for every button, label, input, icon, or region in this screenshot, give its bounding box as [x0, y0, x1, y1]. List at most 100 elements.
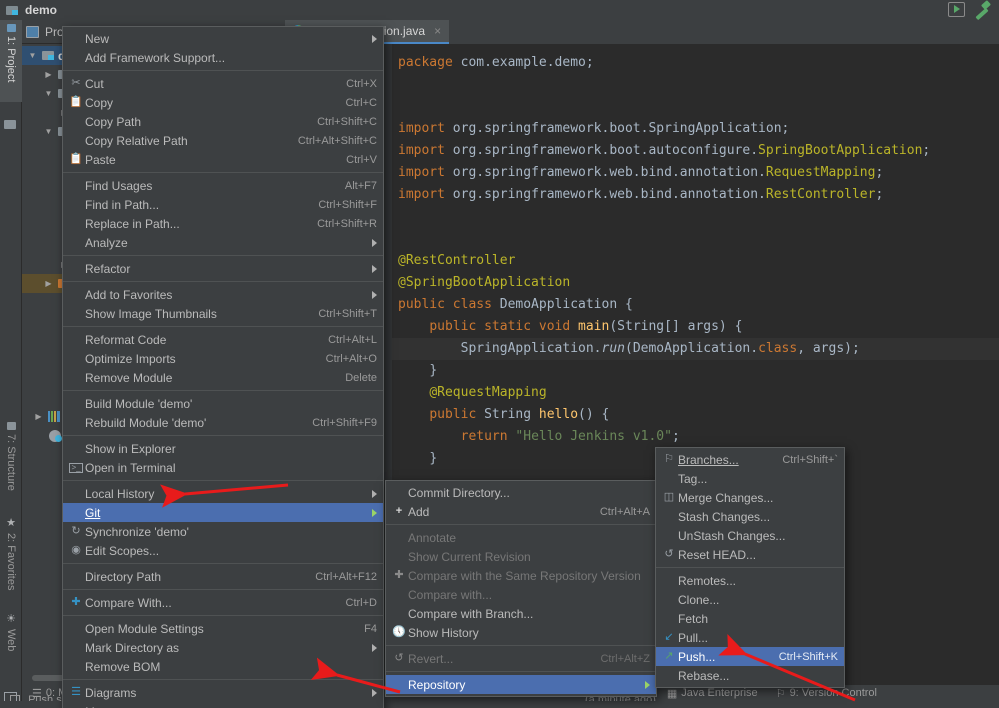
- menu-item-add[interactable]: + Add Ctrl+Alt+A: [386, 502, 656, 521]
- menu-item-pull[interactable]: ↙ Pull...: [656, 628, 844, 647]
- menu-item-reset-head[interactable]: ↺ Reset HEAD...: [656, 545, 844, 564]
- menu-item-remotes[interactable]: Remotes...: [656, 571, 844, 590]
- code-line: [378, 96, 999, 118]
- menu-item-remove-bom[interactable]: Remove BOM: [63, 657, 383, 676]
- menu-item-paste[interactable]: 📋 Paste Ctrl+V: [63, 150, 383, 169]
- menu-item-local-history[interactable]: Local History: [63, 484, 383, 503]
- bottom-item-version-control[interactable]: ⚐ 9: Version Control: [776, 687, 877, 700]
- menu-item-compare-with-branch[interactable]: Compare with Branch...: [386, 604, 656, 623]
- menu-item-label: Find in Path...: [85, 198, 296, 212]
- menu-item-directory-path[interactable]: Directory Path Ctrl+Alt+F12: [63, 567, 383, 586]
- build-hammer-icon[interactable]: [973, 1, 991, 17]
- menu-item-find-usages[interactable]: Find Usages Alt+F7: [63, 176, 383, 195]
- clock-icon: 🕔: [390, 627, 408, 638]
- menu-item-copy-path[interactable]: Copy Path Ctrl+Shift+C: [63, 112, 383, 131]
- git-submenu[interactable]: Commit Directory... + Add Ctrl+Alt+A Ann…: [385, 480, 657, 697]
- twisty-closed-icon[interactable]: ▶: [42, 279, 55, 288]
- menu-item-show-current-revision: Show Current Revision: [386, 547, 656, 566]
- menu-item-show-in-explorer[interactable]: Show in Explorer: [63, 439, 383, 458]
- menu-item-label: Find Usages: [85, 179, 323, 193]
- menu-separator: [63, 390, 383, 391]
- menu-item-label: Synchronize 'demo': [85, 525, 377, 539]
- twisty-open-icon[interactable]: ▼: [42, 89, 55, 98]
- code-line: public class DemoApplication {: [378, 294, 999, 316]
- sidebar-item-favorites[interactable]: ★ 2: Favorites: [0, 512, 22, 596]
- menu-item-rebase[interactable]: Rebase...: [656, 666, 844, 685]
- window-title: demo: [25, 3, 57, 17]
- menu-item-stash-changes[interactable]: Stash Changes...: [656, 507, 844, 526]
- window-titlebar: demo: [0, 0, 999, 20]
- menu-item-copy[interactable]: 📋 Copy Ctrl+C: [63, 93, 383, 112]
- menu-item-cut[interactable]: ✂ Cut Ctrl+X: [63, 74, 383, 93]
- menu-item-fetch[interactable]: Fetch: [656, 609, 844, 628]
- menu-item-accelerator: Ctrl+Alt+L: [306, 334, 377, 346]
- menu-item-label: UnStash Changes...: [678, 529, 838, 543]
- menu-item-accelerator: Ctrl+Shift+K: [757, 651, 838, 663]
- menu-item-analyze[interactable]: Analyze: [63, 233, 383, 252]
- menu-item-accelerator: F4: [342, 623, 377, 635]
- menu-item-push[interactable]: ↗ Push... Ctrl+Shift+K: [656, 647, 844, 666]
- menu-item-tag[interactable]: Tag...: [656, 469, 844, 488]
- menu-item-commit-directory[interactable]: Commit Directory...: [386, 483, 656, 502]
- menu-item-maven[interactable]: m Maven: [63, 702, 383, 708]
- menu-item-show-history[interactable]: 🕔 Show History: [386, 623, 656, 642]
- menu-item-merge-changes[interactable]: ◫ Merge Changes...: [656, 488, 844, 507]
- code-line: }: [378, 360, 999, 382]
- menu-item-add-to-favorites[interactable]: Add to Favorites: [63, 285, 383, 304]
- menu-separator: [63, 326, 383, 327]
- menu-item-synchronize[interactable]: ↻ Synchronize 'demo': [63, 522, 383, 541]
- close-icon[interactable]: ×: [434, 24, 441, 38]
- sidebar-item-structure[interactable]: 7: Structure: [0, 418, 22, 502]
- menu-item-reformat-code[interactable]: Reformat Code Ctrl+Alt+L: [63, 330, 383, 349]
- menu-item-open-module-settings[interactable]: Open Module Settings F4: [63, 619, 383, 638]
- menu-item-label: Copy Path: [85, 115, 295, 129]
- scope-icon: ◉: [67, 545, 85, 556]
- menu-item-accelerator: Ctrl+Alt+A: [578, 506, 650, 518]
- menu-item-mark-directory-as[interactable]: Mark Directory as: [63, 638, 383, 657]
- menu-item-copy-relative-path[interactable]: Copy Relative Path Ctrl+Alt+Shift+C: [63, 131, 383, 150]
- menu-item-repository[interactable]: Repository: [386, 675, 656, 694]
- twisty-open-icon[interactable]: ▼: [26, 51, 39, 60]
- twisty-closed-icon[interactable]: ▶: [42, 70, 55, 79]
- menu-item-build-module[interactable]: Build Module 'demo': [63, 394, 383, 413]
- project-context-menu[interactable]: New Add Framework Support... ✂ Cut Ctrl+…: [62, 26, 384, 708]
- run-icon[interactable]: [948, 2, 965, 17]
- menu-item-git[interactable]: Git: [63, 503, 383, 522]
- twisty-open-icon[interactable]: ▼: [42, 127, 55, 136]
- menu-item-edit-scopes[interactable]: ◉ Edit Scopes...: [63, 541, 383, 560]
- menu-item-replace-in-path[interactable]: Replace in Path... Ctrl+Shift+R: [63, 214, 383, 233]
- menu-item-label: Cut: [85, 77, 324, 91]
- diagram-icon: ☰: [67, 687, 85, 698]
- menu-item-refactor[interactable]: Refactor: [63, 259, 383, 278]
- menu-item-label: Add to Favorites: [85, 288, 367, 302]
- twisty-closed-icon[interactable]: ▶: [32, 412, 45, 421]
- menu-item-label: Open Module Settings: [85, 622, 342, 636]
- menu-item-optimize-imports[interactable]: Optimize Imports Ctrl+Alt+O: [63, 349, 383, 368]
- code-line: import org.springframework.web.bind.anno…: [378, 184, 999, 206]
- code-line: @RestController: [378, 250, 999, 272]
- menu-item-open-in-terminal[interactable]: >_ Open in Terminal: [63, 458, 383, 477]
- menu-item-label: Pull...: [678, 631, 838, 645]
- rail-label-structure: 7: Structure: [5, 434, 17, 491]
- menu-item-diagrams[interactable]: ☰ Diagrams: [63, 683, 383, 702]
- menu-item-unstash-changes[interactable]: UnStash Changes...: [656, 526, 844, 545]
- sidebar-item-web[interactable]: ☀ Web: [0, 608, 22, 658]
- menu-item-add-framework-support[interactable]: Add Framework Support...: [63, 48, 383, 67]
- bottom-item-java-enterprise[interactable]: ▦ Java Enterprise: [667, 687, 758, 700]
- menu-item-label: Copy: [85, 96, 324, 110]
- menu-item-label: Optimize Imports: [85, 352, 304, 366]
- menu-item-remove-module[interactable]: Remove Module Delete: [63, 368, 383, 387]
- compare-icon: ✚: [67, 597, 85, 608]
- sidebar-item-project[interactable]: 1: Project: [0, 20, 22, 102]
- menu-item-clone[interactable]: Clone...: [656, 590, 844, 609]
- menu-item-new[interactable]: New: [63, 29, 383, 48]
- code-line: package com.example.demo;: [378, 52, 999, 74]
- repository-submenu[interactable]: ⚐ Branches... Ctrl+Shift+` Tag... ◫ Merg…: [655, 447, 845, 688]
- menu-item-show-image-thumbnails[interactable]: Show Image Thumbnails Ctrl+Shift+T: [63, 304, 383, 323]
- menu-item-find-in-path[interactable]: Find in Path... Ctrl+Shift+F: [63, 195, 383, 214]
- star-icon: ★: [5, 516, 18, 529]
- menu-item-label: Compare with...: [408, 588, 650, 602]
- menu-item-branches[interactable]: ⚐ Branches... Ctrl+Shift+`: [656, 450, 844, 469]
- menu-item-rebuild-module[interactable]: Rebuild Module 'demo' Ctrl+Shift+F9: [63, 413, 383, 432]
- menu-item-compare-with[interactable]: ✚ Compare With... Ctrl+D: [63, 593, 383, 612]
